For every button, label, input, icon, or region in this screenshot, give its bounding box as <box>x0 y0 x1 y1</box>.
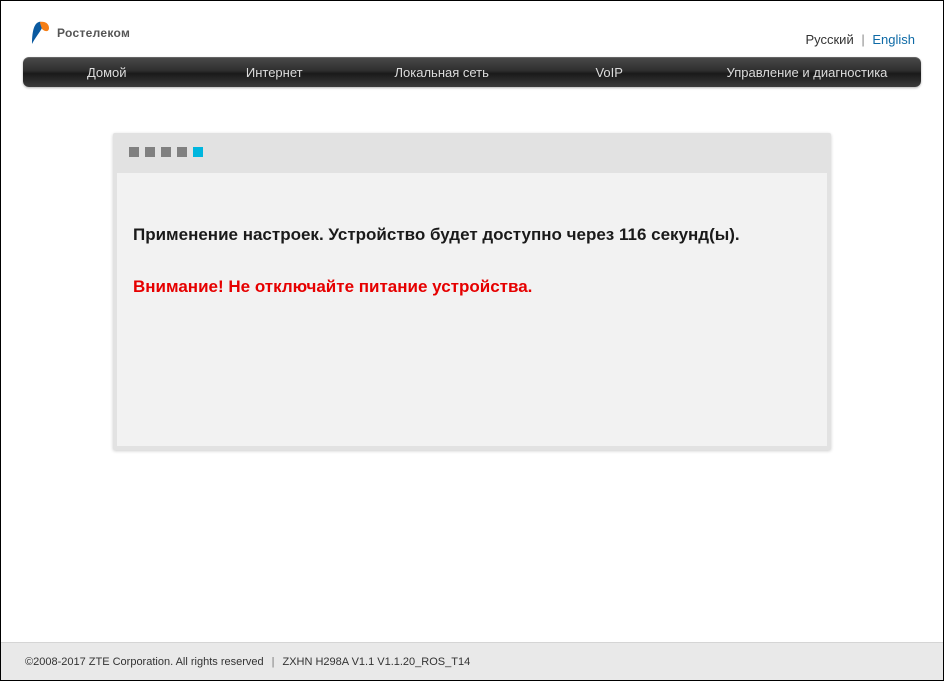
nav-internet[interactable]: Интернет <box>190 65 357 80</box>
nav-management[interactable]: Управление и диагностика <box>693 65 921 80</box>
nav-home[interactable]: Домой <box>23 65 190 80</box>
footer: ©2008-2017 ZTE Corporation. All rights r… <box>1 642 943 680</box>
main-nav: Домой Интернет Локальная сеть VoIP Управ… <box>23 57 921 87</box>
progress-dot <box>129 147 139 157</box>
warning-message: Внимание! Не отключайте питание устройст… <box>133 277 811 297</box>
nav-voip[interactable]: VoIP <box>525 65 692 80</box>
status-seconds: 116 <box>619 225 646 244</box>
footer-separator: | <box>272 656 275 668</box>
panel-body: Применение настроек. Устройство будет до… <box>117 173 827 446</box>
progress-dot <box>193 147 203 157</box>
progress-dot <box>177 147 187 157</box>
lang-separator: | <box>861 32 864 47</box>
status-prefix: Применение настроек. Устройство будет до… <box>133 225 619 244</box>
lang-current[interactable]: Русский <box>805 32 853 47</box>
footer-copyright: ©2008-2017 ZTE Corporation. All rights r… <box>25 656 264 668</box>
rostelecom-icon <box>29 19 51 47</box>
progress-dot <box>161 147 171 157</box>
app-window: { "brand": { "name": "Ростелеком" }, "la… <box>0 0 944 681</box>
status-suffix: секунд(ы). <box>646 225 739 244</box>
footer-model: ZXHN H298A V1.1 V1.1.20_ROS_T14 <box>282 656 470 668</box>
status-message: Применение настроек. Устройство будет до… <box>133 225 811 245</box>
lang-other[interactable]: English <box>872 32 915 47</box>
header: Ростелеком Русский | English <box>1 1 943 57</box>
nav-lan[interactable]: Локальная сеть <box>358 65 525 80</box>
language-switcher: Русский | English <box>805 32 915 47</box>
status-panel: Применение настроек. Устройство будет до… <box>113 133 831 450</box>
content-area: Применение настроек. Устройство будет до… <box>1 87 943 642</box>
brand-name: Ростелеком <box>57 26 130 40</box>
progress-dot <box>145 147 155 157</box>
logo: Ростелеком <box>29 19 130 47</box>
progress-indicator <box>129 147 203 157</box>
